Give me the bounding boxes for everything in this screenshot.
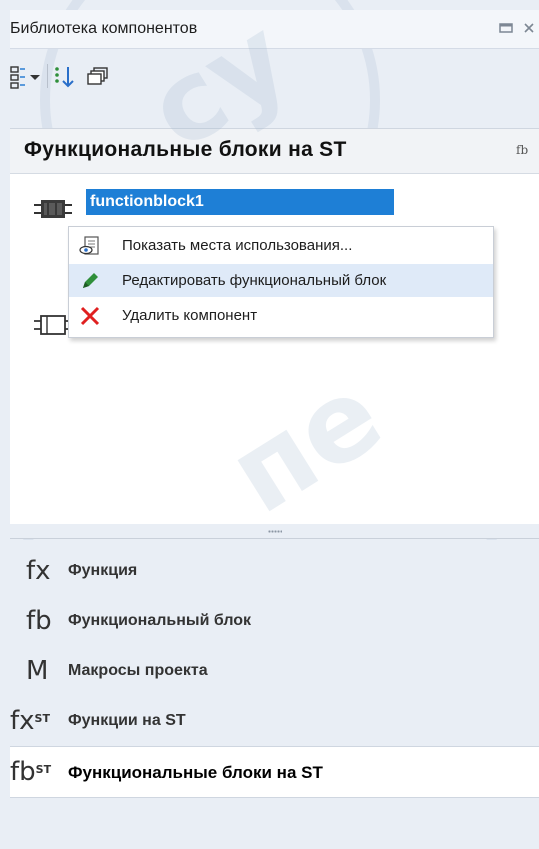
panel-title-bar: Библиотека компонентов — [10, 10, 539, 49]
category-label: Функциональные блоки на ST — [68, 763, 323, 782]
menu-item-label: Удалить компонент — [122, 307, 258, 324]
category-label: Функции на ST — [68, 712, 186, 729]
menu-item-label: Редактировать функциональный блок — [122, 272, 387, 289]
menu-item-show-usages[interactable]: Показать места использования... — [69, 229, 493, 262]
menu-item-label: Показать места использования... — [122, 237, 353, 254]
toolbar-separator — [47, 64, 48, 88]
panel-title: Библиотека компонентов — [10, 20, 198, 37]
category-item-project-macros[interactable]: M Макросы проекта — [10, 646, 539, 696]
restore-icon[interactable] — [497, 19, 515, 37]
fb-icon: fb — [26, 606, 52, 636]
category-item-functions[interactable]: fx Функция — [10, 546, 539, 596]
delete-x-icon — [79, 305, 101, 327]
component-library-panel: Библиотека компонентов Функциональные бл… — [0, 0, 539, 849]
close-icon[interactable] — [520, 19, 538, 37]
section-header[interactable]: Функциональные блоки на ST fb — [10, 129, 539, 174]
fx-st-icon: fxST — [10, 706, 50, 736]
panel-splitter[interactable] — [10, 524, 539, 539]
section-title: Функциональные блоки на ST — [24, 138, 347, 161]
group-components-icon[interactable] — [86, 64, 110, 90]
menu-item-edit-function-block[interactable]: Редактировать функциональный блок — [69, 264, 493, 297]
sort-order-icon[interactable] — [52, 64, 82, 90]
category-label: Функция — [68, 562, 138, 579]
fb-st-icon: fbST — [10, 757, 52, 787]
context-menu: Показать места использования... Редактир… — [68, 226, 494, 338]
usages-icon — [79, 235, 101, 257]
category-label: Макросы проекта — [68, 662, 208, 679]
category-list: fx Функция fb Функциональный блок M Макр… — [10, 540, 539, 849]
category-item-st-functions[interactable]: fxST Функции на ST — [10, 696, 539, 746]
view-mode-dropdown-icon[interactable] — [10, 64, 44, 90]
function-block-icon — [34, 199, 72, 219]
macro-icon: M — [26, 656, 49, 686]
library-toolbar — [10, 56, 539, 96]
fx-icon: fx — [26, 556, 51, 586]
function-block-icon — [34, 315, 72, 335]
menu-item-delete-component[interactable]: Удалить компонент — [69, 299, 493, 332]
fb-st-icon: fb — [516, 143, 529, 157]
component-item[interactable]: functionblock1 — [34, 189, 414, 219]
category-label: Функциональный блок — [68, 612, 252, 629]
component-name-selected[interactable]: functionblock1 — [86, 189, 394, 215]
splitter-grip[interactable] — [268, 530, 282, 533]
pencil-icon — [79, 270, 101, 292]
category-item-st-function-blocks[interactable]: fbST Функциональные блоки на ST — [10, 746, 539, 798]
category-item-function-blocks[interactable]: fb Функциональный блок — [10, 596, 539, 646]
